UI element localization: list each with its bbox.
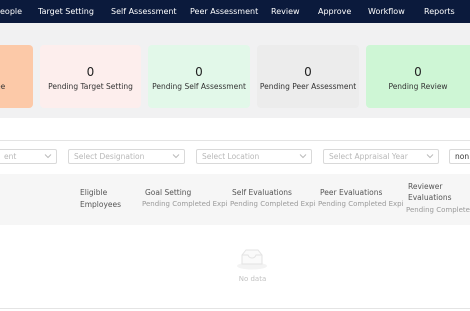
- stat-card-value: 0: [195, 65, 203, 79]
- table-bottom-divider: [0, 308, 470, 309]
- chevron-down-icon: [44, 154, 52, 159]
- stat-card-label: Pending Target Setting: [48, 82, 133, 91]
- filters-divider: [0, 140, 470, 141]
- nav-item-people[interactable]: eople: [0, 0, 22, 23]
- col-goal-setting: Goal Setting: [145, 188, 192, 197]
- stat-card-value: 0: [414, 65, 422, 79]
- col-reviewer-subheaders: Pending Complete: [406, 206, 470, 214]
- department-placeholder: ent: [4, 152, 17, 161]
- appraisal-year-select[interactable]: Select Appraisal Year: [323, 149, 439, 164]
- nav-item-reports[interactable]: Reports: [424, 0, 455, 23]
- nav-item-self-assessment[interactable]: Self Assessment: [111, 0, 177, 23]
- col-goal-setting-subheaders: Pending Completed Expi: [142, 200, 228, 208]
- stat-card-label: ee: [0, 82, 6, 91]
- stat-card-pending-peer-assessment[interactable]: 0 Pending Peer Assessment: [257, 45, 359, 108]
- nav-item-approve[interactable]: Approve: [318, 0, 351, 23]
- nav-item-target-setting[interactable]: Target Setting: [38, 0, 94, 23]
- stat-card-value: 0: [86, 65, 95, 79]
- col-self-evaluations: Self Evaluations: [232, 188, 292, 197]
- col-eligible-line2: Employees: [80, 200, 122, 209]
- stat-card-label: Pending Peer Assessment: [259, 82, 357, 91]
- col-peer-evaluations-subheaders: Pending Completed Expi: [318, 200, 404, 208]
- stat-card-pending-self-assessment[interactable]: 0 Pending Self Assessment: [148, 45, 250, 108]
- stat-card-employees[interactable]: ee: [0, 45, 33, 108]
- top-nav: eople Target Setting Self Assessment Pee…: [0, 0, 470, 23]
- chevron-down-icon: [172, 154, 180, 159]
- col-peer-evaluations: Peer Evaluations: [320, 188, 383, 197]
- designation-select[interactable]: Select Designation: [68, 149, 185, 164]
- stat-card-label: Pending Self Assessment: [152, 82, 246, 91]
- nav-item-workflow[interactable]: Workflow: [368, 0, 405, 23]
- stat-card-pending-target-setting[interactable]: 0 Pending Target Setting: [40, 45, 141, 108]
- location-select[interactable]: Select Location: [196, 149, 312, 164]
- chevron-down-icon: [299, 154, 307, 159]
- nav-item-review[interactable]: Review: [271, 0, 300, 23]
- chevron-down-icon: [426, 154, 434, 159]
- col-reviewer-line2: Evaluations: [408, 193, 452, 202]
- designation-placeholder: Select Designation: [74, 152, 145, 161]
- appraisal-year-placeholder: Select Appraisal Year: [329, 152, 408, 161]
- location-placeholder: Select Location: [202, 152, 260, 161]
- stat-card-value: 0: [304, 65, 312, 79]
- col-eligible-line1: Eligible: [80, 188, 108, 197]
- empty-inbox-icon: [237, 249, 267, 270]
- stat-card-pending-review[interactable]: 0 Pending Review: [366, 45, 470, 108]
- department-select[interactable]: ent: [0, 149, 57, 164]
- stat-card-label: Pending Review: [388, 82, 448, 91]
- nav-item-peer-assessment[interactable]: Peer Assessment: [190, 0, 258, 23]
- col-self-evaluations-subheaders: Pending Completed Expi: [230, 200, 316, 208]
- empty-state-text: No data: [238, 275, 267, 283]
- extra-filter-select[interactable]: non: [449, 149, 470, 164]
- extra-filter-value: non: [455, 152, 470, 161]
